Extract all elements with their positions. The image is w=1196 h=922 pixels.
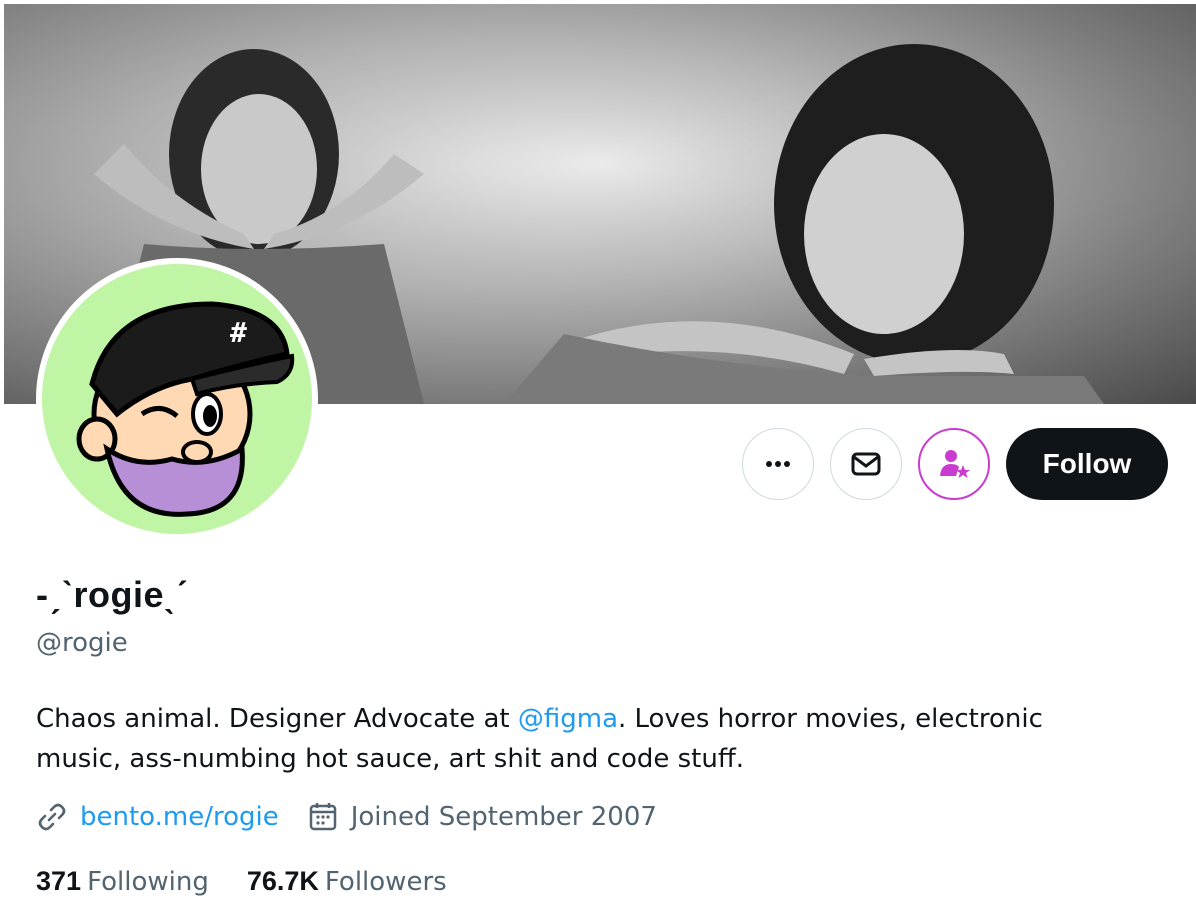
- following-count: 371: [36, 866, 82, 896]
- following-stat[interactable]: 371 Following: [36, 866, 209, 897]
- follow-button[interactable]: Follow: [1006, 428, 1168, 500]
- followers-count: 76.7K: [246, 866, 319, 896]
- svg-text:#: #: [230, 316, 247, 349]
- calendar-icon: [307, 801, 339, 833]
- joined-item: Joined September 2007: [307, 801, 657, 833]
- link-icon: [36, 801, 68, 833]
- subscribe-button[interactable]: [918, 428, 990, 500]
- message-icon: [851, 452, 881, 476]
- bio-text-start: Chaos animal. Designer Advocate at: [36, 704, 518, 734]
- more-button[interactable]: [742, 428, 814, 500]
- message-button[interactable]: [830, 428, 902, 500]
- user-handle: @rogie: [36, 628, 128, 658]
- profile-stats: 371 Following 76.7K Followers: [36, 866, 485, 897]
- display-name: -ˏˋrogieˎˊ: [36, 574, 189, 615]
- subscribe-icon: [940, 450, 970, 478]
- joined-date: Joined September 2007: [350, 802, 657, 832]
- bio: Chaos animal. Designer Advocate at @figm…: [36, 699, 1136, 779]
- bio-mention-link[interactable]: @figma: [518, 704, 618, 734]
- followers-stat[interactable]: 76.7K Followers: [247, 866, 447, 897]
- website-link[interactable]: bento.me/rogie: [80, 802, 279, 832]
- avatar-image: #: [42, 264, 312, 534]
- more-icon: [766, 461, 790, 467]
- followers-label: Followers: [324, 867, 447, 897]
- avatar[interactable]: #: [36, 258, 318, 540]
- following-label: Following: [87, 867, 209, 897]
- website-item: bento.me/rogie: [36, 801, 279, 833]
- profile-meta: bento.me/rogie Joined September 2007: [36, 801, 685, 833]
- profile-actions: Follow: [742, 428, 1168, 500]
